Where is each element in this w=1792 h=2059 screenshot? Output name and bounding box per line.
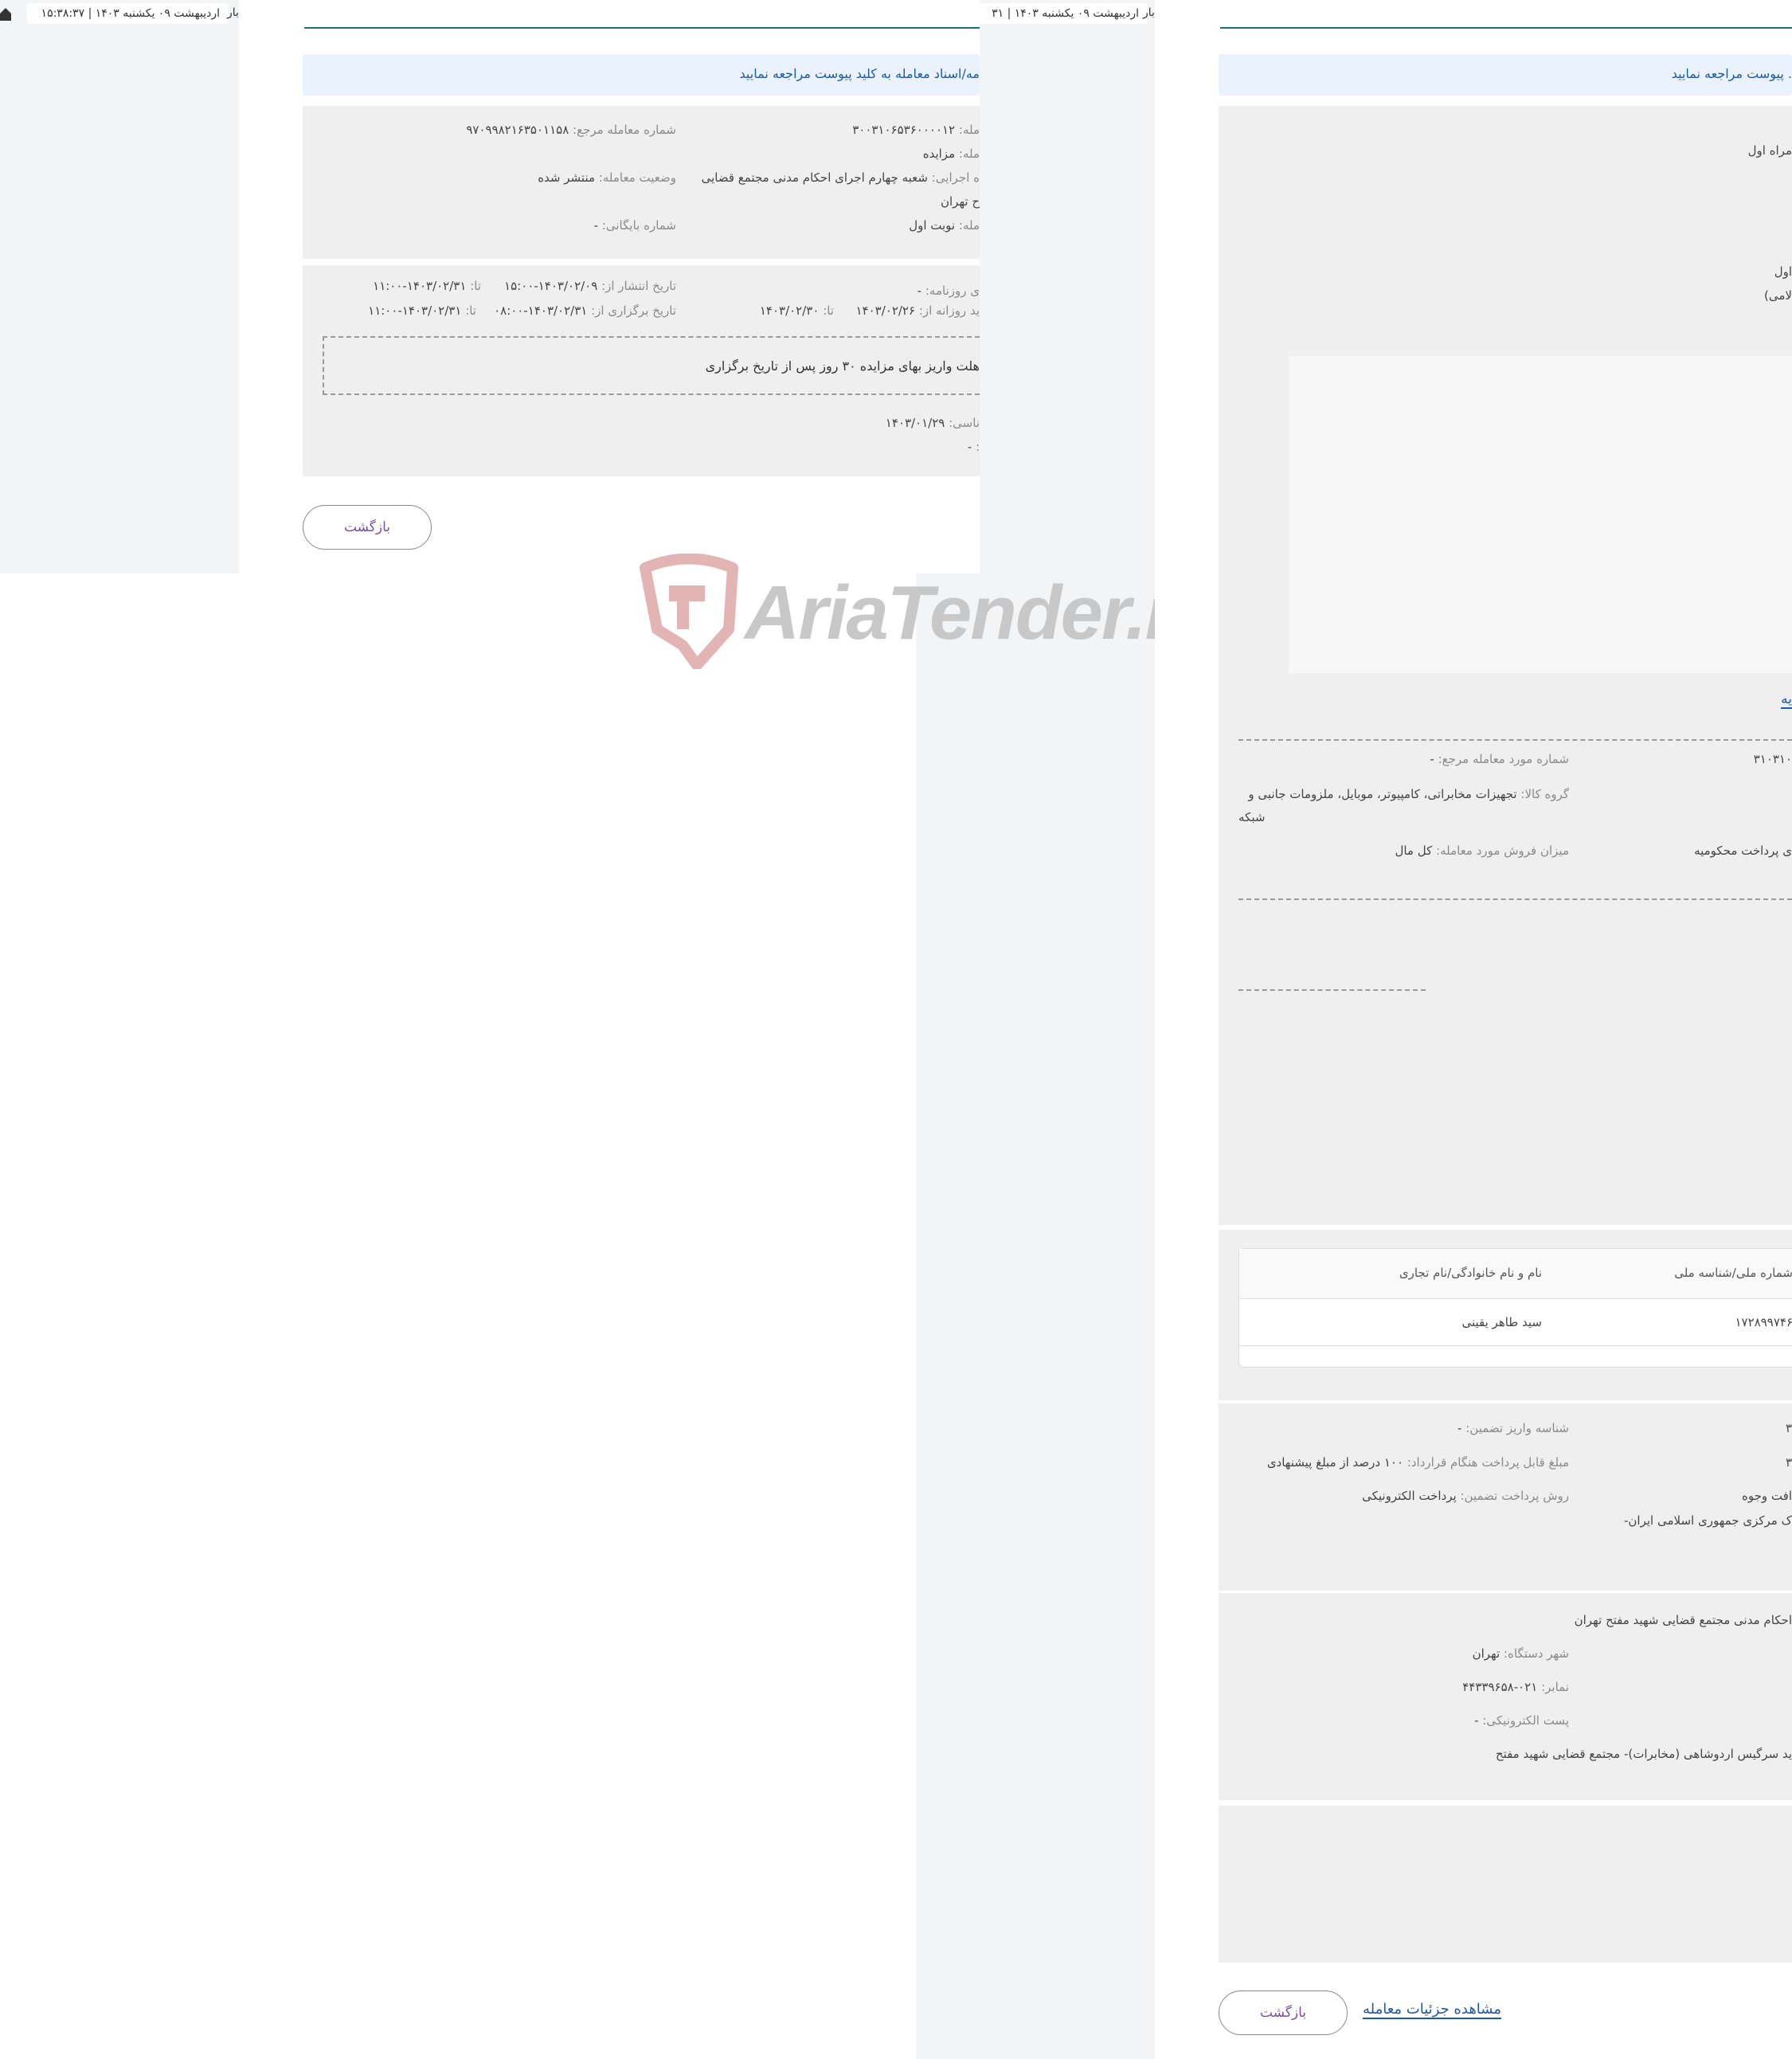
- screen2-publish-to: تا: ۱۴۰۳/۰۲/۳۱-۱۱:۰۰: [373, 279, 481, 293]
- table-header-name: نام و نام خانوادگی/نام تجاری: [1399, 1266, 1542, 1280]
- screen2-archive-no: شماره بایگانی: -: [593, 218, 676, 233]
- screen3-field-aval: اول: [1774, 264, 1792, 279]
- screen2-notice: هلت واریز بهای مزایده ۳۰ روز پس از تاریخ…: [705, 358, 980, 374]
- screen3-funds-frag: افت وجوه: [1742, 1489, 1792, 1503]
- screen3-guarantee-method: روش پرداخت تضمین: پرداخت الکترونیکی: [1362, 1489, 1569, 1503]
- screen3-city: شهر دستگاه: تهران: [1472, 1646, 1569, 1661]
- screen2-deal-type: مله: مزایده: [922, 147, 980, 161]
- screen3-header-line: [1220, 27, 1792, 29]
- screen2-daily-from: ید روزانه از: ۱۴۰۳/۰۲/۲۶: [855, 303, 980, 318]
- screen3-table: شماره ملی/شناسه ملی نام و نام خانوادگی/ن…: [1238, 1248, 1792, 1368]
- screen3-frag-3a: ۳: [1785, 1421, 1792, 1435]
- divider-strip-right: [980, 27, 1155, 2059]
- screen2-hold-from: تاریخ برگزاری از: ۱۴۰۳/۰۲/۳۱-۰۸:۰۰: [494, 303, 676, 318]
- screen3-divider-1: [1238, 739, 1792, 741]
- screen1-clock: اردیبهشت ۰۹ یکشنبه ۱۴۰۳ | ۱۵:۳۸:۳۷: [27, 3, 228, 24]
- screen3-back-button[interactable]: بازگشت: [1219, 1990, 1348, 2035]
- screen2-day: ۳۱: [992, 7, 1004, 20]
- screen3-info-banner: . پیوست مراجعه نمایید: [1219, 54, 1792, 96]
- screen3-preview-box: [1289, 356, 1792, 673]
- screen2-clock: اردیبهشت ۰۹ یکشنبه ۱۴۰۳ | ۳۱: [980, 3, 1147, 24]
- screen1-background: [0, 0, 239, 573]
- screen3-first-field: مراه اول: [1747, 143, 1792, 158]
- screen3-ref-subject: شماره مورد معامله مرجع: -: [1430, 752, 1569, 766]
- screen1-time: ۱۵:۳۸:۳۷: [41, 7, 85, 20]
- screen3-contract-pay: مبلغ قابل پرداخت هنگام قرارداد: ۱۰۰ درصد…: [1266, 1455, 1569, 1470]
- table-header-national-id: شماره ملی/شناسه ملی: [1674, 1266, 1792, 1280]
- home-icon[interactable]: [0, 6, 11, 21]
- screen3-sale-amount: میزان فروش مورد معامله: کل مال: [1395, 844, 1569, 858]
- screen3-fax: نمابر: ۰۲۱-۴۴۳۳۹۶۵۸: [1462, 1680, 1569, 1694]
- screen2-back-button[interactable]: بازگشت: [303, 505, 432, 550]
- screen2-deal-no: مله: ۳۰۰۳۱۰۶۵۳۶۰۰۰۰۱۲: [852, 123, 980, 137]
- screen2-newspaper: ی روزنامه: -: [917, 284, 980, 298]
- screen3-field-eslami: لامی): [1764, 288, 1792, 303]
- screen3-goods-group: گروه کالا: تجهیزات مخابراتی، کامپیوتر، م…: [1248, 787, 1569, 801]
- screen3-goods-group-cont: شبکه: [1238, 810, 1266, 824]
- screen2-deal-status: وضعیت معامله: منتشر شده: [538, 170, 676, 185]
- screen3-divider-2: [1238, 898, 1792, 900]
- watermark: AriaTender.neT: [633, 554, 1277, 669]
- divider-strip-left: [916, 573, 980, 2059]
- screen3-guarantee-id: شناسه واریز تضمین: -: [1457, 1421, 1569, 1435]
- table-cell-national-id: ۱۷۲۸۹۹۷۴۶: [1735, 1315, 1792, 1329]
- screen3-divider-3: [1238, 989, 1426, 991]
- screen2-exec-unit: ه اجرایی: شعبه چهارم اجرای احکام مدنی مج…: [701, 170, 980, 185]
- screen2-extra: : -: [967, 440, 980, 454]
- screen2-exec-unit-cont: ح تهران: [941, 194, 980, 209]
- screen2-round: مله: نوبت اول: [909, 218, 980, 233]
- screen3-details-link[interactable]: مشاهده جزئیات معامله: [1363, 2001, 1501, 2019]
- screen2-publish-from: تاریخ انتشار از: ۱۴۰۳/۰۲/۰۹-۱۵:۰۰: [504, 279, 676, 293]
- screen3-bank-frag: ک مرکزی جمهوری اسلامی ایران-: [1624, 1513, 1792, 1528]
- screen3-frag-3b: ۳: [1785, 1455, 1792, 1470]
- screen2-topbar: اردیبهشت ۰۹ یکشنبه ۱۴۰۳ | ۳۱ بار: [980, 0, 1155, 27]
- screen2-date: اردیبهشت ۰۹ یکشنبه ۱۴۰۳: [1014, 7, 1139, 20]
- screen3-pay-frag: ی پرداخت محکومیه: [1694, 844, 1792, 858]
- screen3-empty-panel: [1219, 1806, 1792, 1963]
- screen3-link-frag[interactable]: یه: [1781, 691, 1792, 709]
- screen2-hold-to: تا: ۱۴۰۳/۰۲/۳۱-۱۱:۰۰: [368, 303, 476, 318]
- screen2-expert-date: ناسی: ۱۴۰۳/۰۱/۲۹: [885, 416, 980, 430]
- screen3-org-name: احکام مدنی مجتمع قضایی شهید مفتح تهران: [1574, 1613, 1792, 1627]
- screen2-ref-no: شماره معامله مرجع: ۹۷۰۹۹۸۲۱۶۳۵۰۱۱۵۸: [466, 123, 676, 137]
- screen2-tail: بار: [1143, 6, 1155, 19]
- screen1-date: اردیبهشت ۰۹ یکشنبه ۱۴۰۳: [95, 7, 220, 20]
- screen2-info-banner: مه/اسناد معامله به کلید پیوست مراجعه نما…: [303, 54, 980, 96]
- watermark-logo-icon: [640, 554, 738, 669]
- screen3-ref-num-frag: ۳۱۰۳۱۰: [1753, 752, 1792, 766]
- screen3-email: پست الکترونیکی: -: [1474, 1713, 1569, 1728]
- screen2-daily-to: تا: ۱۴۰۳/۰۲/۳۰: [759, 303, 834, 318]
- screen1-topbar: اردیبهشت ۰۹ یکشنبه ۱۴۰۳ | ۱۵:۳۸:۳۷ بار: [0, 0, 239, 27]
- table-cell-name: سید طاهر یقینی: [1461, 1315, 1542, 1329]
- screen3-address: ید سرگیس اردوشاهی (مخابرات)- مجتمع قضایی…: [1495, 1747, 1792, 1761]
- screen1-tail: بار: [227, 6, 239, 19]
- screen2-header-line: [304, 27, 980, 29]
